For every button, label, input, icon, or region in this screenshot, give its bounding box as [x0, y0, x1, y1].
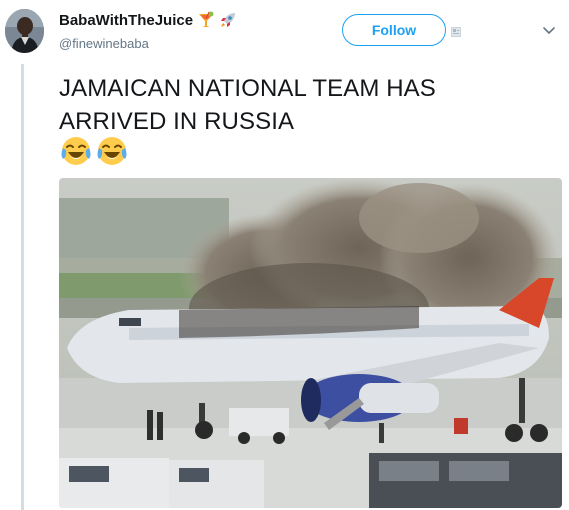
- display-name-row[interactable]: BabaWithTheJuice: [59, 11, 237, 29]
- avatar-image: [5, 9, 44, 53]
- thread-line: [21, 64, 24, 510]
- card-icon: [451, 27, 461, 37]
- tweet-text: JAMAICAN NATIONAL TEAM HAS ARRIVED IN RU…: [59, 75, 436, 135]
- chevron-down-icon[interactable]: [542, 26, 556, 36]
- follow-button[interactable]: Follow: [342, 14, 446, 46]
- rocket-icon: [221, 13, 236, 27]
- tears-of-joy-icon: [61, 137, 91, 165]
- tweet-media-photo[interactable]: [59, 178, 562, 508]
- user-handle[interactable]: @finewinebaba: [59, 36, 149, 51]
- burning-airplane-photo-icon: [59, 178, 562, 508]
- tropical-drink-icon: [199, 11, 214, 27]
- emoji-row: [60, 135, 128, 167]
- display-name[interactable]: BabaWithTheJuice: [59, 12, 193, 29]
- tears-of-joy-icon: [97, 137, 127, 165]
- avatar[interactable]: [5, 9, 44, 53]
